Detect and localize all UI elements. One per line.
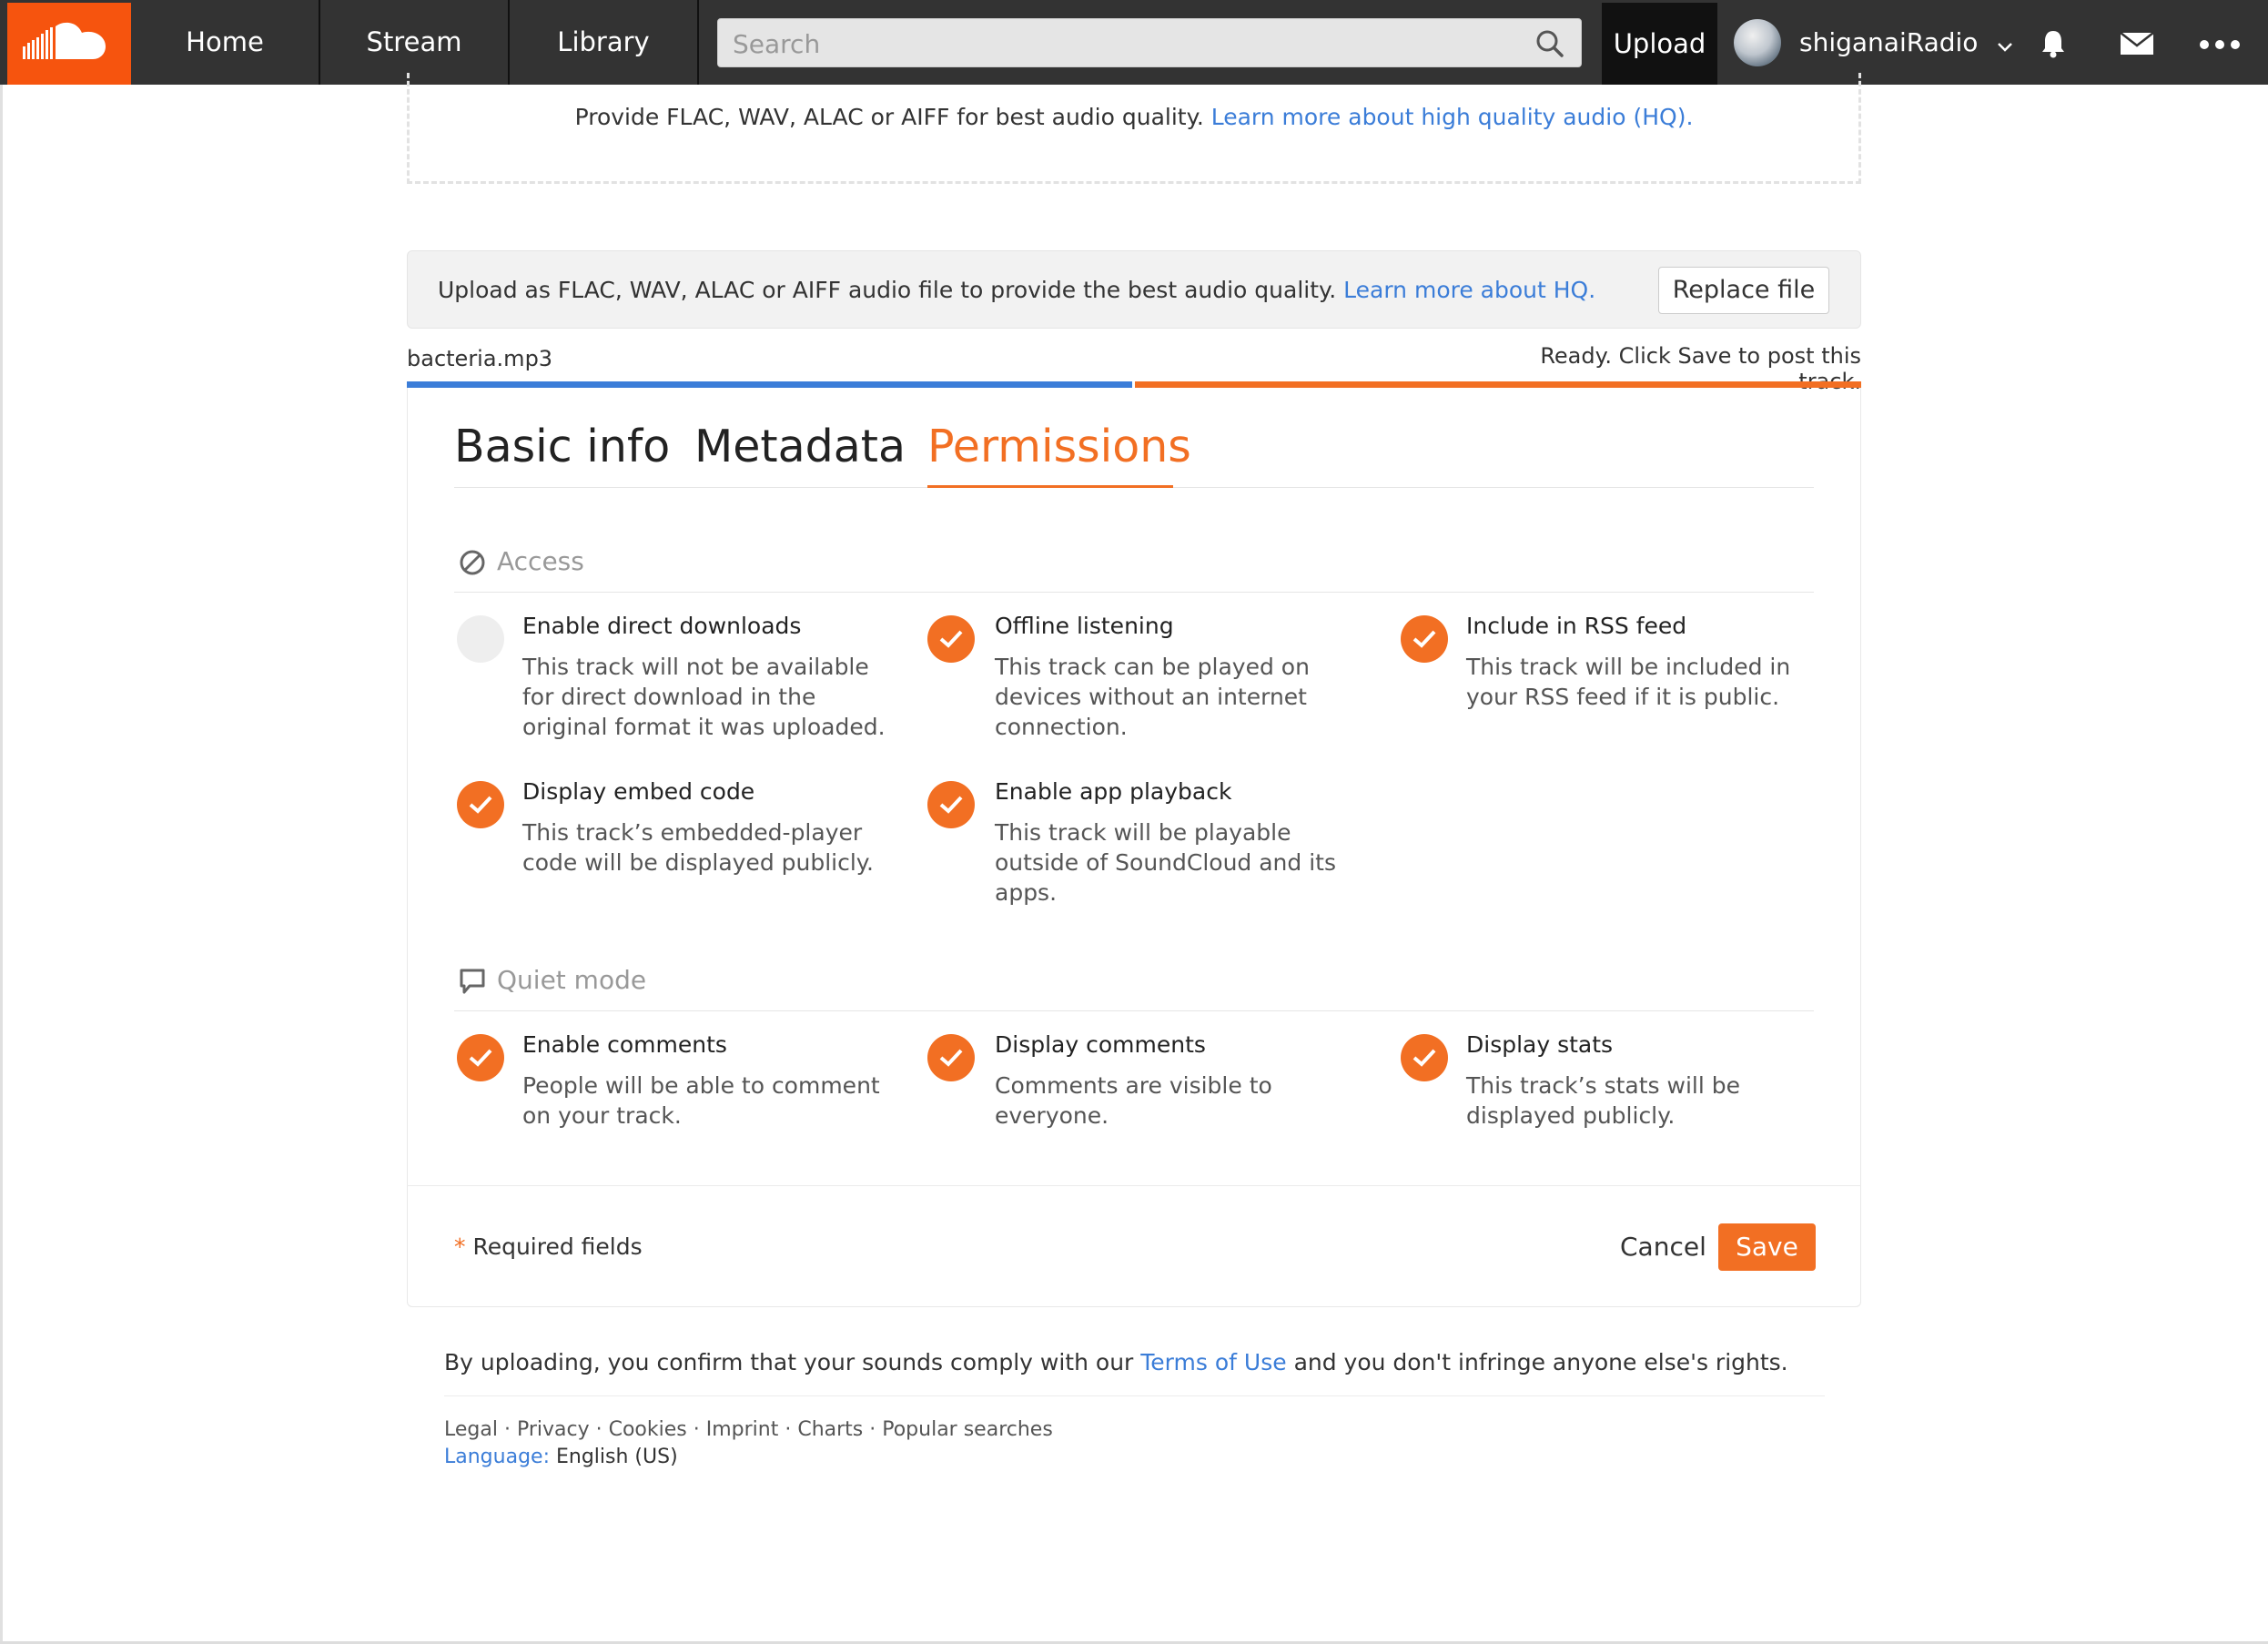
footer-link-cookies[interactable]: Cookies: [609, 1418, 687, 1441]
search-input[interactable]: [731, 19, 1517, 68]
chevron-down-icon: [1997, 2, 2013, 86]
hq-notice-link[interactable]: Learn more about HQ.: [1343, 277, 1595, 303]
language-selector[interactable]: Language: English (US): [444, 1446, 678, 1468]
checkmark-icon: [1412, 630, 1436, 648]
option-description: This track’s embedded-player code will b…: [522, 819, 874, 876]
hq-learn-more-link[interactable]: Learn more about high quality audio (HQ)…: [1211, 104, 1694, 130]
option-title: Include in RSS feed: [1466, 613, 1687, 639]
speech-bubble-icon: [459, 968, 486, 999]
app-playback-checkbox[interactable]: [927, 781, 975, 828]
option-description: People will be able to comment on your t…: [522, 1072, 880, 1129]
soundcloud-logo[interactable]: [7, 3, 131, 85]
save-button[interactable]: Save: [1718, 1223, 1816, 1271]
page-edge: [0, 85, 3, 1641]
hq-note: Provide FLAC, WAV, ALAC or AIFF for best…: [407, 104, 1861, 130]
option-title: Display comments: [995, 1031, 1206, 1058]
hq-notice-text: Upload as FLAC, WAV, ALAC or AIFF audio …: [438, 277, 1337, 303]
upload-terms-note: By uploading, you confirm that your soun…: [444, 1349, 1788, 1375]
more-options-icon[interactable]: [2199, 36, 2241, 54]
option-description: Comments are visible to everyone.: [995, 1072, 1272, 1129]
hq-notice-bar: Upload as FLAC, WAV, ALAC or AIFF audio …: [407, 250, 1861, 329]
cancel-button[interactable]: Cancel: [1620, 1232, 1706, 1262]
quiet-mode-divider: [454, 1010, 1814, 1011]
required-fields-label: Required fields: [472, 1233, 643, 1260]
checkmark-icon: [469, 1049, 492, 1067]
active-tab-indicator: [927, 485, 1173, 488]
replace-file-button[interactable]: Replace file: [1658, 267, 1829, 314]
embed-code-checkbox[interactable]: [457, 781, 504, 828]
checkmark-icon: [469, 796, 492, 814]
footer-link-imprint[interactable]: Imprint: [706, 1418, 779, 1441]
required-star: *: [454, 1233, 466, 1260]
language-value: English (US): [555, 1446, 678, 1468]
footer-link-privacy[interactable]: Privacy: [517, 1418, 590, 1441]
option-description: This track will be playable outside of S…: [995, 819, 1336, 906]
rss-feed-checkbox[interactable]: [1401, 615, 1448, 663]
search-box: [717, 18, 1582, 68]
tab-metadata[interactable]: Metadata: [694, 421, 906, 472]
option-description: This track can be played on devices with…: [995, 654, 1310, 740]
direct-downloads-checkbox[interactable]: [457, 615, 504, 663]
option-description: This track’s stats will be displayed pub…: [1466, 1072, 1740, 1129]
soundcloud-logo-icon: [23, 22, 106, 59]
offline-listening-checkbox[interactable]: [927, 615, 975, 663]
required-fields-note: * Required fields: [454, 1233, 643, 1260]
option-title: Enable comments: [522, 1031, 727, 1058]
footer-links: Legal · Privacy · Cookies · Imprint · Ch…: [444, 1418, 1053, 1441]
terms-of-use-link[interactable]: Terms of Use: [1140, 1349, 1286, 1375]
terms-prefix: By uploading, you confirm that your soun…: [444, 1349, 1134, 1375]
option-title: Display embed code: [522, 778, 755, 805]
tab-basic-info[interactable]: Basic info: [454, 421, 670, 472]
footer-divider: [444, 1395, 1825, 1396]
footer-link-popular-searches[interactable]: Popular searches: [882, 1418, 1053, 1441]
checkmark-icon: [939, 630, 963, 648]
mail-icon[interactable]: [2120, 32, 2154, 59]
block-icon: [459, 549, 486, 580]
progress-bar-processed: [1135, 381, 1861, 388]
display-stats-checkbox[interactable]: [1401, 1034, 1448, 1081]
quiet-mode-heading: Quiet mode: [497, 965, 647, 995]
checkmark-icon: [1412, 1049, 1436, 1067]
tab-permissions[interactable]: Permissions: [927, 421, 1191, 472]
hq-notice: Upload as FLAC, WAV, ALAC or AIFF audio …: [438, 277, 1595, 303]
option-title: Display stats: [1466, 1031, 1614, 1058]
footer-link-charts[interactable]: Charts: [797, 1418, 863, 1441]
username-label: shiganaiRadio: [1799, 27, 1979, 57]
checkmark-icon: [939, 796, 963, 814]
language-label[interactable]: Language:: [444, 1446, 550, 1468]
access-heading: Access: [497, 546, 584, 576]
file-name: bacteria.mp3: [407, 346, 553, 371]
option-title: Enable direct downloads: [522, 613, 802, 639]
option-description: This track will not be available for dir…: [522, 654, 886, 740]
access-divider: [454, 592, 1814, 593]
footer-link-legal[interactable]: Legal: [444, 1418, 498, 1441]
option-title: Enable app playback: [995, 778, 1232, 805]
avatar[interactable]: [1734, 19, 1781, 66]
progress-bar-uploaded: [407, 381, 1132, 388]
option-title: Offline listening: [995, 613, 1174, 639]
bell-icon[interactable]: [2040, 28, 2067, 63]
panel-footer-divider: [407, 1185, 1861, 1186]
enable-comments-checkbox[interactable]: [457, 1034, 504, 1081]
nav-home[interactable]: Home: [131, 0, 320, 85]
hq-note-text: Provide FLAC, WAV, ALAC or AIFF for best…: [574, 104, 1204, 130]
option-description: This track will be included in your RSS …: [1466, 654, 1791, 710]
search-icon[interactable]: [1535, 29, 1564, 62]
display-comments-checkbox[interactable]: [927, 1034, 975, 1081]
checkmark-icon: [939, 1049, 963, 1067]
terms-suffix: and you don't infringe anyone else's rig…: [1293, 1349, 1788, 1375]
